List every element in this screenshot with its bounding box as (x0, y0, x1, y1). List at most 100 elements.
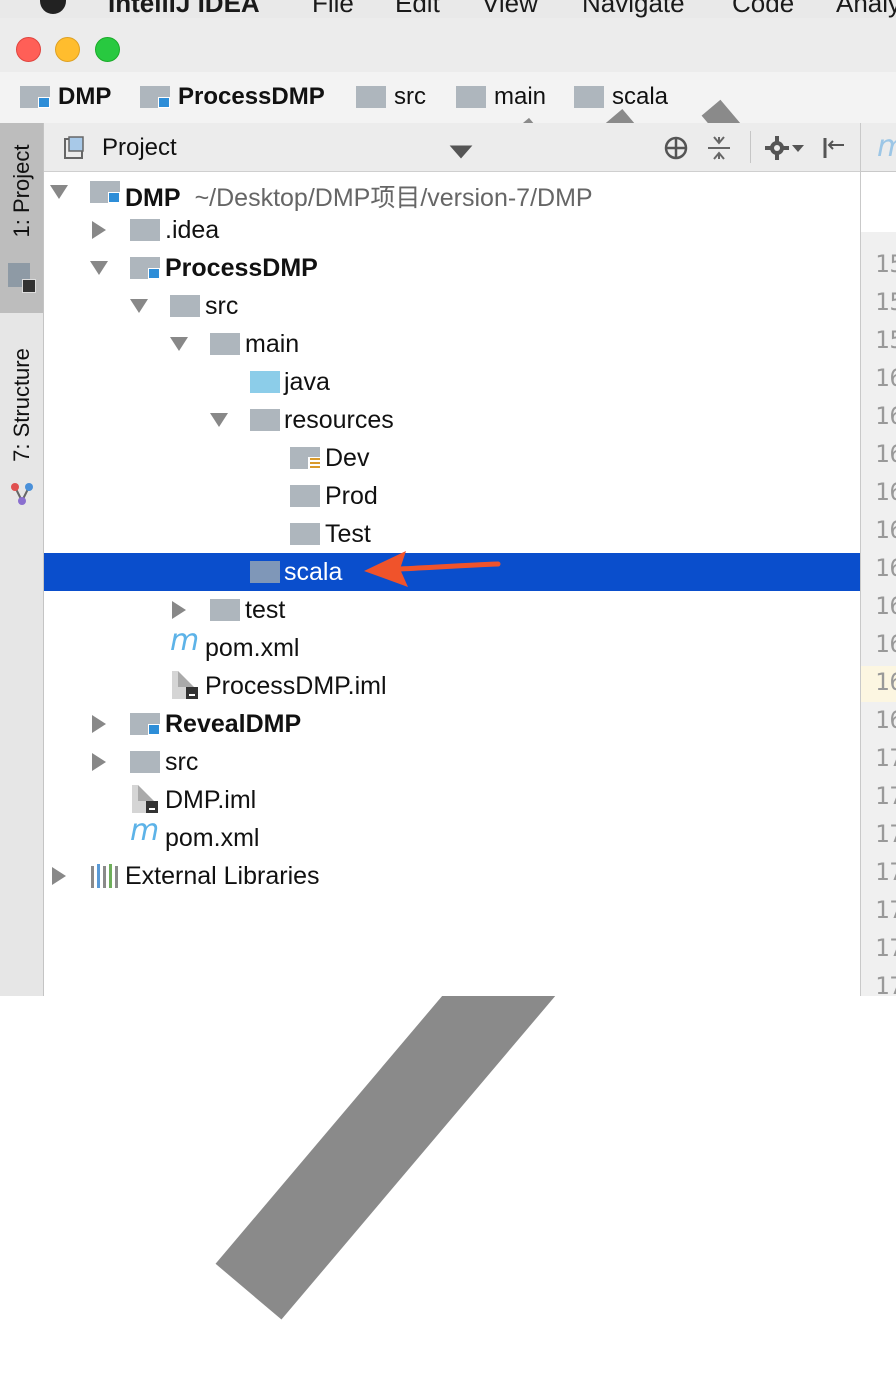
tree-label: java (284, 368, 330, 396)
gear-dropdown-icon[interactable] (792, 143, 804, 153)
line-number: 16 (875, 364, 896, 392)
menu-edit[interactable]: Edit (395, 0, 440, 18)
menu-code[interactable]: Code (732, 0, 794, 18)
tree-label: DMP.iml (165, 786, 257, 814)
module-folder-icon (20, 86, 50, 108)
menu-app-name[interactable]: IntelliJ IDEA (108, 0, 260, 18)
tree-node-prod[interactable]: Prod (44, 477, 860, 515)
chevron-down-icon[interactable] (448, 139, 474, 165)
line-number: 16 (875, 440, 896, 468)
library-icon (91, 864, 118, 888)
tree-node-dmp[interactable]: DMP ~/Desktop/DMP项目/version-7/DMP (44, 173, 860, 212)
expand-arrow-icon[interactable] (170, 337, 188, 351)
iml-file-icon (132, 785, 158, 813)
tree-label: ProcessDMP.iml (205, 672, 387, 700)
project-tool-icon (8, 263, 36, 293)
zoom-window-button[interactable] (95, 37, 120, 62)
tree-node-external-libraries[interactable]: External Libraries (44, 857, 860, 895)
breadcrumb-dmp[interactable]: DMP (20, 82, 111, 112)
tree-node-idea[interactable]: .idea (44, 211, 860, 249)
breadcrumb-main[interactable]: main (456, 82, 546, 112)
breadcrumb-processdmp[interactable]: ProcessDMP (140, 82, 325, 112)
collapsed-arrow-icon[interactable] (92, 715, 106, 733)
expand-arrow-icon[interactable] (210, 413, 228, 427)
maven-icon: m (130, 813, 160, 848)
source-folder-icon (250, 371, 280, 393)
line-number: 15 (875, 288, 896, 316)
editor-tab-maven-icon[interactable]: m (877, 129, 896, 164)
breadcrumb-label: src (394, 83, 426, 110)
collapsed-arrow-icon[interactable] (172, 601, 186, 619)
collapsed-arrow-icon[interactable] (92, 221, 106, 239)
folder-icon (290, 485, 320, 507)
iml-file-icon (172, 671, 198, 699)
project-view-icon (64, 136, 84, 159)
tree-node-processdmp[interactable]: ProcessDMP (44, 249, 860, 287)
breadcrumb-scala[interactable]: scala (574, 82, 668, 112)
tree-node-main[interactable]: main (44, 325, 860, 363)
tree-node-pom-root[interactable]: m pom.xml (44, 813, 860, 857)
module-folder-icon (130, 713, 160, 735)
collapse-all-icon[interactable] (706, 135, 732, 161)
tool-window-strip: 1: Project 7: Structure (0, 123, 44, 996)
close-window-button[interactable] (16, 37, 41, 62)
tree-node-java[interactable]: java (44, 363, 860, 401)
line-number: 16 (875, 630, 896, 658)
expand-arrow-icon[interactable] (50, 185, 68, 199)
tree-node-src[interactable]: src (44, 287, 860, 325)
module-folder-icon (140, 86, 170, 108)
apple-icon[interactable] (40, 0, 66, 14)
menu-view[interactable]: View (482, 0, 538, 18)
tree-node-dmp-iml[interactable]: DMP.iml (44, 781, 860, 819)
tree-node-processdmp-iml[interactable]: ProcessDMP.iml (44, 667, 860, 705)
tree-node-src-root[interactable]: src (44, 743, 860, 781)
project-view-selector[interactable]: Project (102, 134, 177, 162)
editor-tab-bar: m (860, 123, 896, 172)
tree-node-pom-processdmp[interactable]: m pom.xml (44, 623, 860, 667)
tree-node-dev[interactable]: Dev (44, 439, 860, 477)
tab-structure[interactable]: 7: Structure (0, 323, 43, 523)
tab-structure-label: 7: Structure (8, 348, 34, 462)
project-panel-header: Project (44, 123, 860, 172)
module-path: ~/Desktop/DMP项目/version-7/DMP (194, 184, 593, 212)
tree-node-revealdmp[interactable]: RevealDMP (44, 705, 860, 743)
menu-analyze[interactable]: Analy (836, 0, 896, 18)
current-line-number: 16 (861, 666, 896, 702)
tree-label: Dev (325, 444, 370, 472)
folder-icon (130, 219, 160, 241)
collapsed-arrow-icon[interactable] (92, 753, 106, 771)
menu-file[interactable]: File (312, 0, 354, 18)
tree-label: test (245, 596, 286, 624)
line-number: 16 (875, 402, 896, 430)
menu-navigate[interactable]: Navigate (582, 0, 685, 18)
structure-icon (11, 483, 33, 505)
line-number: 17 (875, 744, 896, 772)
annotation-arrow (364, 551, 501, 587)
folder-icon (290, 523, 320, 545)
tree-node-resources[interactable]: resources (44, 401, 860, 439)
expand-arrow-icon[interactable] (130, 299, 148, 313)
expand-arrow-icon[interactable] (90, 261, 108, 275)
line-number: 16 (875, 554, 896, 582)
line-number: 15 (875, 250, 896, 278)
folder-icon (456, 86, 486, 108)
tree-node-test[interactable]: test (44, 591, 860, 629)
minimize-window-button[interactable] (55, 37, 80, 62)
line-number: 17 (875, 858, 896, 886)
gear-icon[interactable] (764, 135, 790, 161)
line-number: 16 (875, 516, 896, 544)
folder-icon (574, 86, 604, 108)
maven-icon: m (170, 623, 200, 658)
breadcrumb-src[interactable]: src (356, 82, 426, 112)
tree-label: DMP ~/Desktop/DMP项目/version-7/DMP (125, 184, 593, 212)
folder-icon (250, 409, 280, 431)
breadcrumb-label: DMP (58, 83, 112, 110)
locate-file-icon[interactable] (663, 135, 689, 161)
hide-panel-icon[interactable] (820, 135, 846, 161)
breadcrumb-label: main (494, 83, 547, 110)
collapsed-arrow-icon[interactable] (52, 867, 66, 885)
line-number: 16 (875, 706, 896, 734)
tab-project[interactable]: 1: Project (0, 123, 43, 313)
line-number: 16 (875, 592, 896, 620)
line-number: 17 (875, 820, 896, 848)
